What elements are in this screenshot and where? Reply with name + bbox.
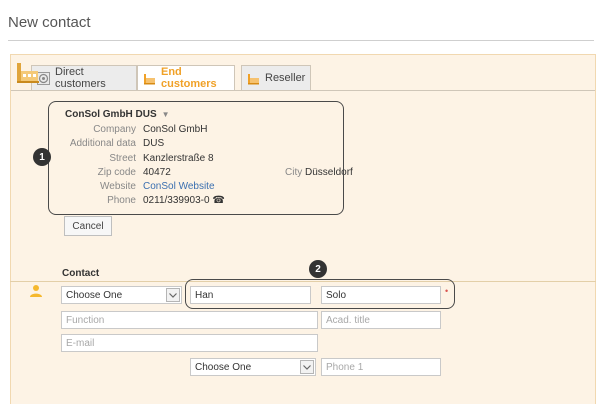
tab-end-customers[interactable]: End customers: [137, 65, 235, 91]
company-building-icon: [16, 62, 40, 89]
tab-label: End customers: [161, 66, 217, 90]
chevron-down-icon[interactable]: [300, 360, 314, 374]
salutation-select[interactable]: Choose One: [61, 286, 182, 304]
phone-1-input[interactable]: Phone 1: [321, 358, 441, 376]
person-icon: [29, 284, 43, 303]
tab-reseller[interactable]: Reseller: [241, 65, 311, 91]
email-input[interactable]: E-mail: [61, 334, 318, 352]
tab-label: Direct customers: [55, 66, 106, 90]
building-icon: [247, 72, 260, 85]
chevron-down-icon[interactable]: [166, 288, 180, 302]
highlight-name-fields: [185, 279, 455, 309]
cancel-button[interactable]: Cancel: [64, 216, 112, 236]
page-title: New contact: [8, 14, 91, 31]
highlight-company-details: [48, 101, 344, 215]
tab-label: Reseller: [265, 72, 306, 84]
phone-type-select[interactable]: Choose One: [190, 358, 316, 376]
function-input[interactable]: Function: [61, 311, 318, 329]
tab-direct-customers[interactable]: Direct customers: [31, 65, 137, 91]
callout-2: 2: [309, 260, 327, 278]
title-divider: [8, 40, 594, 41]
contact-section-label: Contact: [62, 268, 100, 279]
callout-1: 1: [33, 148, 51, 166]
phone-type-select-value: Choose One: [195, 361, 252, 373]
building-icon: [143, 72, 156, 85]
salutation-select-value: Choose One: [66, 289, 123, 301]
acad-title-input[interactable]: Acad. title: [321, 311, 441, 329]
